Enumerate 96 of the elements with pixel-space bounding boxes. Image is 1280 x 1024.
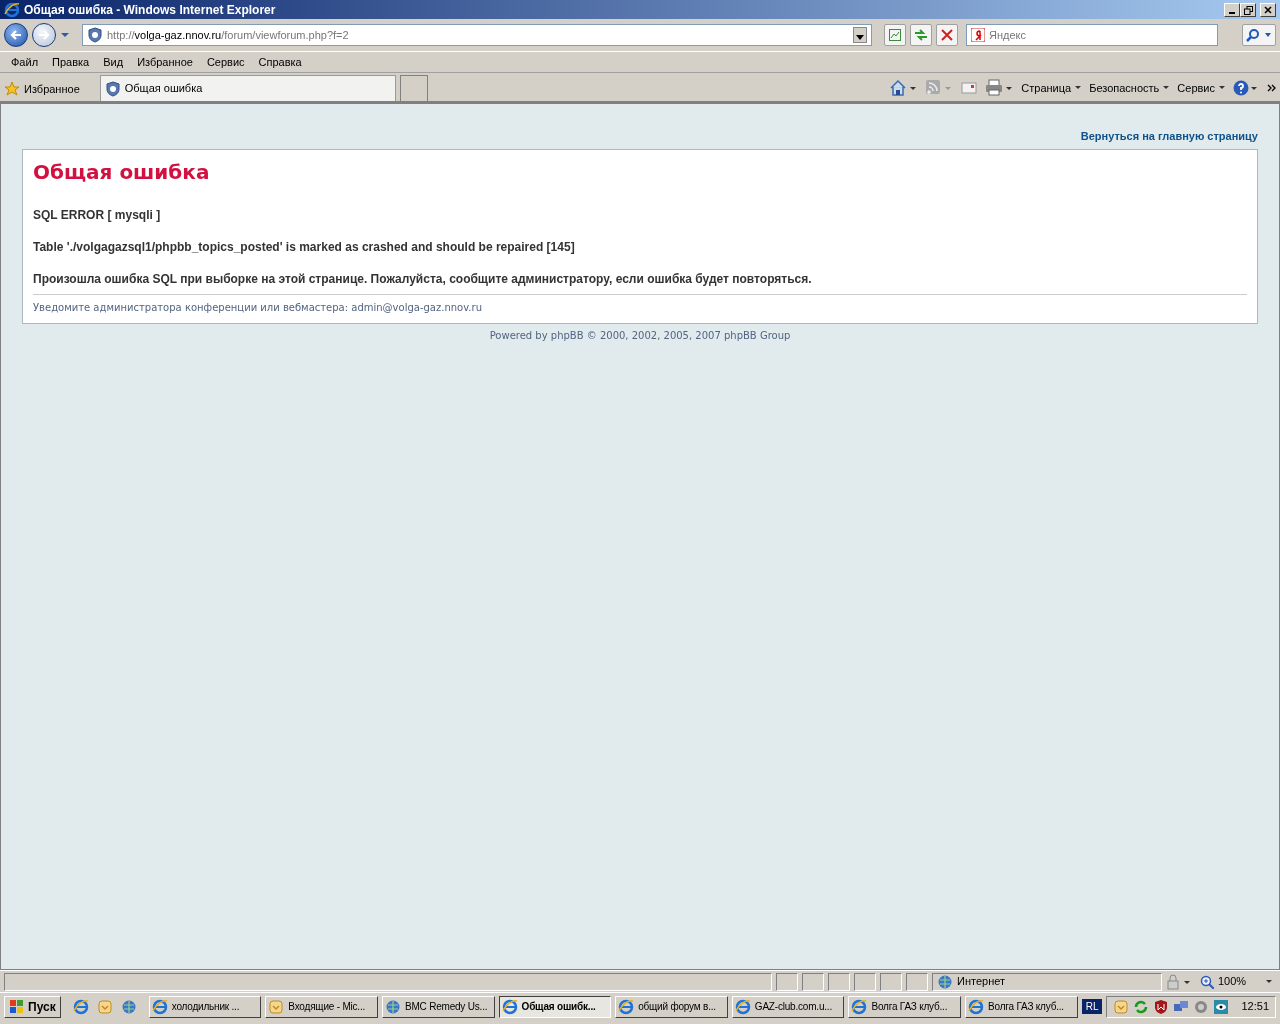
address-dropdown-button[interactable] bbox=[853, 27, 867, 43]
email-link[interactable]: admin@volga-gaz.nnov.ru bbox=[351, 301, 482, 313]
error-detail: Table './volgagazsql1/phpbb_topics_posted' is marked as crashed and should be repaired [145] bbox=[33, 238, 576, 256]
browser-icon bbox=[851, 998, 868, 1015]
caret-icon bbox=[1163, 86, 1170, 90]
caret-icon bbox=[1266, 979, 1272, 984]
browser-tab[interactable]: Общая ошибка bbox=[99, 75, 396, 101]
status-panel bbox=[828, 972, 850, 991]
menu-item[interactable]: Справка bbox=[251, 53, 309, 71]
windows-logo-icon bbox=[9, 999, 24, 1014]
error-message: Произошла ошибка SQL при выборке на этой странице. Пожалуйста, сообщите администратору, если ошибка будет повторяться. bbox=[33, 270, 813, 288]
notify-text: Уведомите администратора конференции или вебмастера: admin@volga-gaz.nnov.ru bbox=[33, 293, 1247, 315]
menu-item[interactable]: Файл bbox=[4, 53, 46, 71]
zoom-control[interactable]: 100% bbox=[1196, 973, 1276, 990]
taskbar-button[interactable]: Входящие - Mic... bbox=[265, 995, 378, 1018]
sync-icon[interactable] bbox=[1133, 998, 1150, 1015]
command-menu[interactable]: Безопасность bbox=[1089, 79, 1170, 97]
browser-icon bbox=[501, 998, 518, 1015]
compatibility-view-button[interactable] bbox=[884, 24, 906, 46]
forward-arrow-icon bbox=[37, 28, 51, 42]
menu-item[interactable]: Избранное bbox=[130, 53, 200, 71]
browser-icon bbox=[618, 998, 635, 1015]
back-button[interactable] bbox=[4, 23, 28, 47]
browser-logo-icon bbox=[4, 1, 20, 18]
administrator-link[interactable]: администратору bbox=[511, 271, 609, 286]
page-icon bbox=[888, 28, 902, 42]
language-indicator[interactable]: RL bbox=[1081, 999, 1103, 1014]
search-placeholder: Яндекс bbox=[989, 27, 1026, 43]
printer-icon[interactable] bbox=[985, 79, 1014, 97]
search-button[interactable] bbox=[1242, 24, 1276, 46]
taskbar-button[interactable]: холодильник ... bbox=[148, 995, 262, 1018]
status-panel bbox=[880, 972, 902, 991]
minimize-button[interactable] bbox=[1224, 2, 1240, 17]
protected-mode-icon[interactable] bbox=[1166, 973, 1192, 990]
powered-by-text: Powered by phpBB © 2000, 2002, 2005, 2007 phpBB Group bbox=[488, 328, 792, 343]
taskbar-button[interactable]: общий форум в... bbox=[615, 995, 728, 1018]
command-menu[interactable]: Страница bbox=[1021, 79, 1082, 97]
taskbar-button[interactable]: GAZ-club.com.u... bbox=[731, 995, 845, 1018]
browser-icon bbox=[734, 998, 751, 1015]
help-icon[interactable] bbox=[1233, 80, 1259, 96]
shield-logo-icon bbox=[104, 80, 121, 97]
menu-item[interactable]: Сервис bbox=[199, 53, 252, 71]
globe-icon bbox=[384, 998, 401, 1015]
start-button[interactable]: Пуск bbox=[4, 995, 61, 1018]
globe-icon bbox=[937, 973, 953, 990]
back-arrow-icon bbox=[9, 28, 23, 42]
menu-item[interactable]: Вид bbox=[96, 53, 131, 71]
menu-item[interactable]: Правка bbox=[45, 53, 97, 71]
taskbar-button[interactable]: Волга ГАЗ клуб... bbox=[965, 995, 1078, 1018]
search-provider-icon bbox=[971, 28, 985, 42]
close-icon bbox=[941, 29, 953, 41]
browser-icon bbox=[968, 998, 985, 1015]
star-icon bbox=[4, 80, 20, 97]
caret-icon bbox=[1219, 86, 1225, 90]
phpbb-group-link[interactable]: phpBB Group bbox=[723, 329, 791, 341]
window-title: Общая ошибка - Windows Internet Explorer bbox=[24, 1, 276, 19]
close-button[interactable] bbox=[1260, 2, 1276, 17]
forward-button[interactable] bbox=[32, 23, 56, 47]
refresh-icon bbox=[913, 28, 929, 42]
clock: 12:51 bbox=[1241, 999, 1269, 1015]
caret-icon bbox=[1075, 86, 1082, 90]
status-panel bbox=[776, 972, 798, 991]
search-icon bbox=[1245, 28, 1273, 42]
back-to-home-link[interactable]: Вернуться на главную страницу bbox=[1080, 128, 1258, 145]
home-icon[interactable] bbox=[889, 79, 918, 97]
restore-icon bbox=[1243, 5, 1253, 15]
status-panel bbox=[906, 972, 928, 991]
taskbar-button[interactable]: Общая ошибк... bbox=[498, 995, 612, 1018]
close-icon bbox=[1264, 6, 1272, 15]
command-menu[interactable]: Сервис bbox=[1177, 79, 1225, 97]
status-panel bbox=[854, 972, 876, 991]
url-text: http://volga-gaz.nnov.ru/forum/viewforum.php?f=2 bbox=[107, 27, 350, 43]
search-field[interactable]: Яндекс bbox=[966, 24, 1218, 46]
refresh-button[interactable] bbox=[910, 24, 932, 46]
taskbar-button[interactable]: BMC Remedy Us... bbox=[381, 995, 495, 1018]
security-zone: Интернет bbox=[932, 972, 1162, 991]
favorites-button[interactable]: Избранное bbox=[4, 80, 80, 97]
dropdown-caret-icon[interactable] bbox=[60, 31, 70, 39]
browser-icon[interactable] bbox=[72, 998, 89, 1015]
mail-icon bbox=[268, 998, 285, 1015]
globe-icon[interactable] bbox=[120, 998, 137, 1015]
shield-logo-icon bbox=[87, 27, 103, 43]
eye-icon[interactable] bbox=[1213, 998, 1230, 1015]
status-panel bbox=[802, 972, 824, 991]
shield-icon[interactable] bbox=[1153, 998, 1170, 1015]
address-field[interactable]: http://volga-gaz.nnov.ru/forum/viewforum.php?f=2 bbox=[82, 24, 872, 46]
new-tab-button[interactable] bbox=[399, 75, 428, 101]
browser-icon bbox=[151, 998, 168, 1015]
restore-button[interactable] bbox=[1240, 2, 1256, 17]
mail-icon[interactable] bbox=[961, 80, 978, 96]
taskbar-button[interactable]: Волга ГАЗ клуб... bbox=[848, 995, 962, 1018]
chevron-icon[interactable] bbox=[1267, 84, 1276, 92]
zoom-icon bbox=[1200, 974, 1214, 989]
stop-button[interactable] bbox=[936, 24, 958, 46]
sql-error-label: SQL ERROR [ mysqli ] bbox=[33, 206, 162, 224]
page-heading: Общая ошибка bbox=[33, 159, 211, 184]
